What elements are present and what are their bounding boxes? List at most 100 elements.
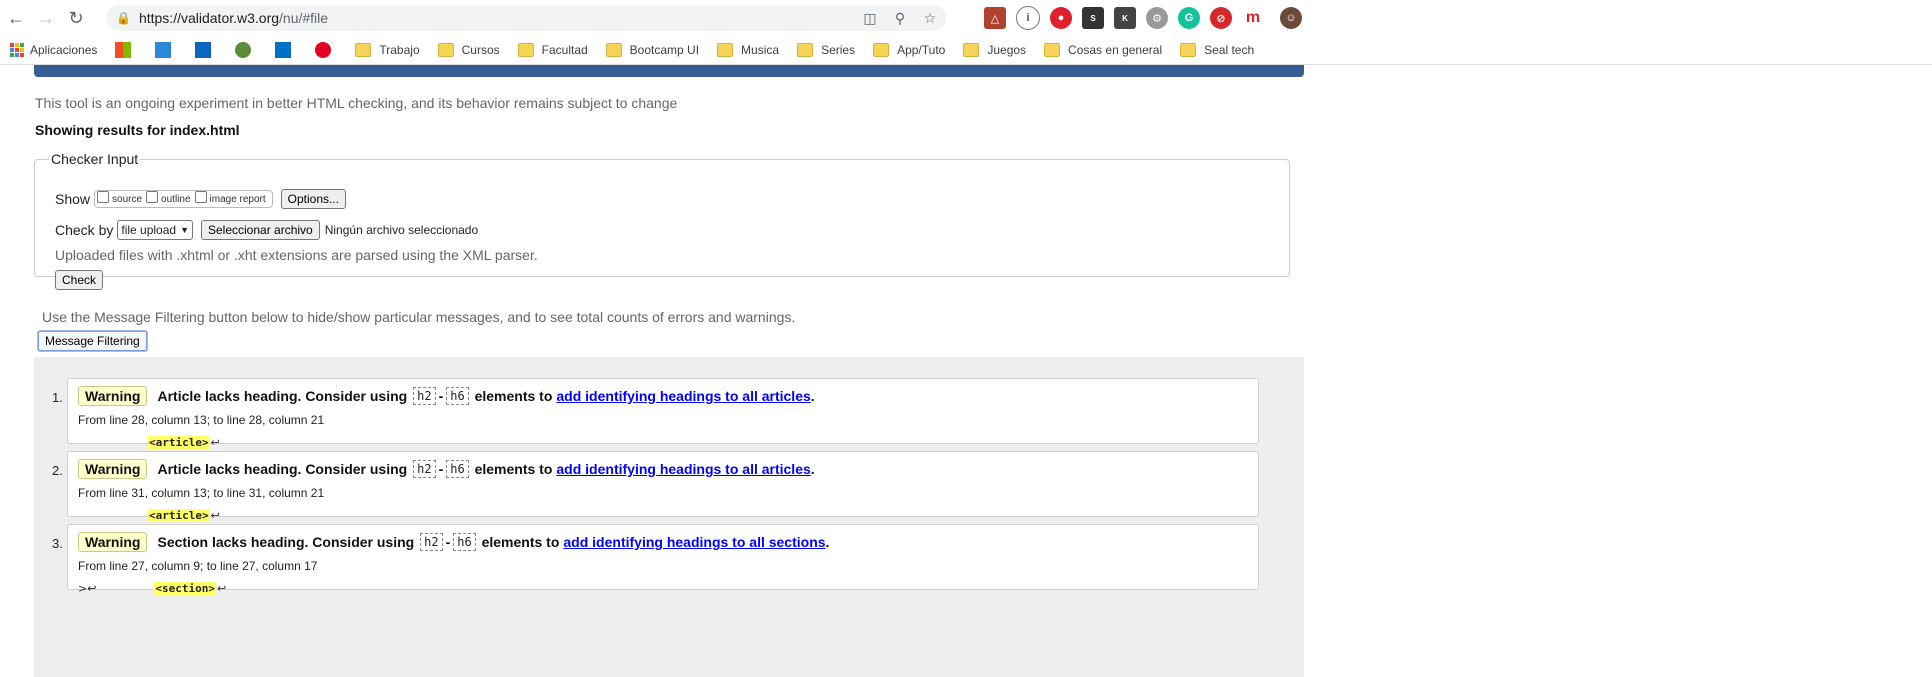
bookmark-folder-label: Cosas en general	[1068, 43, 1163, 57]
slow-extension-icon[interactable]: S	[1082, 7, 1104, 29]
outline-checkbox[interactable]	[146, 191, 159, 203]
zoom-icon[interactable]: ⚲	[890, 10, 910, 27]
source-extract: >↩ <section> ↩	[78, 582, 226, 595]
check-button[interactable]: Check	[55, 270, 104, 290]
check-by-select[interactable]: file upload ▼	[117, 220, 193, 240]
message-location: From line 28, column 13; to line 28, col…	[78, 413, 325, 427]
bookmark-linkedin[interactable]	[195, 42, 217, 58]
source-extract: <article> ↩	[148, 436, 220, 449]
message-end: .	[810, 388, 815, 404]
tools-icon	[235, 42, 252, 58]
bookmark-pinterest[interactable]	[315, 42, 337, 58]
message-link[interactable]: add identifying headings to all sections	[563, 534, 825, 550]
bookmark-folder-7[interactable]: Juegos	[963, 43, 1026, 57]
bookmark-folder-4[interactable]: Musica	[717, 43, 779, 57]
highlighted-code: <article>	[148, 509, 210, 522]
message-mid-text: elements to	[474, 388, 553, 404]
profile-avatar-icon[interactable]: ☺	[1280, 7, 1302, 29]
show-image-report-option[interactable]: image report	[194, 191, 266, 205]
show-outline-option[interactable]: outline	[146, 191, 191, 205]
code-h2: h2	[413, 387, 436, 405]
azure-icon	[155, 42, 172, 58]
forward-arrow-icon[interactable]: →	[32, 4, 60, 32]
info-extension-icon[interactable]: i	[1016, 6, 1040, 30]
bookmark-folder-5[interactable]: Series	[797, 43, 855, 57]
bookmark-folder-0[interactable]: Trabajo	[355, 43, 420, 57]
bookmark-folder-3[interactable]: Bootcamp UI	[605, 43, 699, 57]
record-extension-icon[interactable]: ●	[1050, 7, 1072, 29]
source-extract: <article> ↩	[148, 509, 220, 522]
code-h2: h2	[413, 460, 436, 478]
pdf-extension-icon[interactable]: △	[984, 7, 1006, 29]
warning-badge: Warning	[78, 386, 148, 406]
translate-icon[interactable]: ◫	[860, 10, 880, 27]
show-source-option[interactable]: source	[97, 191, 143, 205]
source-label: source	[112, 193, 143, 205]
message-location: From line 31, column 13; to line 31, col…	[78, 486, 325, 500]
bookmark-folder-label: Facultad	[541, 43, 588, 57]
header-bar	[34, 65, 1304, 77]
bookmark-microsoft[interactable]	[115, 42, 137, 58]
intro-text: This tool is an ongoing experiment in be…	[35, 95, 678, 111]
url-path: /nu/#file	[279, 10, 329, 26]
bookmark-folder-1[interactable]: Cursos	[437, 43, 500, 57]
bookmark-folder-2[interactable]: Facultad	[517, 43, 588, 57]
message-end: .	[825, 534, 830, 550]
settings-extension-icon[interactable]: ⚙	[1146, 7, 1168, 29]
leading-code-fragment: >↩	[78, 582, 97, 595]
folder-icon	[797, 43, 814, 57]
message-number: 3.	[52, 536, 63, 551]
back-arrow-icon[interactable]: ←	[2, 4, 30, 32]
message-heading: Warning Article lacks heading. Consider …	[78, 386, 815, 406]
highlighted-code: <article>	[148, 436, 210, 449]
message-item: 1. Warning Article lacks heading. Consid…	[52, 378, 1259, 449]
bookmark-folder-6[interactable]: App/Tuto	[873, 43, 945, 57]
options-button[interactable]: Options...	[280, 189, 347, 209]
block-extension-icon[interactable]: ⊘	[1210, 7, 1232, 29]
code-separator: -	[438, 388, 444, 404]
folder-icon	[355, 43, 372, 57]
validator-page: This tool is an ongoing experiment in be…	[0, 65, 1932, 677]
linkedin-icon	[195, 42, 212, 58]
bookmark-apps[interactable]: Aplicaciones	[10, 43, 97, 57]
message-number: 2.	[52, 463, 63, 478]
folder-icon	[963, 43, 980, 57]
folder-icon	[1180, 43, 1197, 57]
warning-badge: Warning	[78, 459, 148, 479]
source-checkbox[interactable]	[97, 191, 110, 203]
url-text[interactable]: https://validator.w3.org/nu/#file	[139, 10, 328, 26]
check-by-row: Check by file upload ▼ Seleccionar archiv…	[55, 220, 478, 240]
message-mid-text: elements to	[481, 534, 560, 550]
code-h6: h6	[446, 460, 469, 478]
message-filtering-button[interactable]: Message Filtering	[37, 330, 148, 352]
bookmark-folder-9[interactable]: Seal tech	[1180, 43, 1254, 57]
message-link[interactable]: add identifying headings to all articles	[556, 461, 810, 477]
bookmark-folder-label: Series	[821, 43, 856, 57]
address-bar[interactable]: 🔒 https://validator.w3.org/nu/#file ◫ ⚲ …	[106, 5, 946, 31]
message-text: Article lacks heading. Consider using	[157, 388, 408, 404]
bookmark-azure[interactable]	[155, 42, 177, 58]
bookmark-folder-8[interactable]: Cosas en general	[1044, 43, 1162, 57]
xml-parser-note: Uploaded files with .xhtml or .xht exten…	[55, 247, 538, 263]
message-number: 1.	[52, 390, 63, 405]
grammarly-extension-icon[interactable]: G	[1178, 7, 1200, 29]
message-heading: Warning Article lacks heading. Consider …	[78, 459, 815, 479]
message-link[interactable]: add identifying headings to all articles	[556, 388, 810, 404]
image-report-checkbox[interactable]	[194, 191, 207, 203]
folder-icon	[437, 43, 454, 57]
return-icon: ↩	[217, 582, 227, 595]
url-host: https://validator.w3.org	[138, 10, 280, 26]
bookmark-star-icon[interactable]: ☆	[920, 10, 940, 27]
bookmark-tools[interactable]	[235, 42, 257, 58]
bookmarks-bar: Aplicaciones Trabajo Cursos Facultad Boo…	[0, 36, 1932, 65]
message-item: 2. Warning Article lacks heading. Consid…	[52, 451, 1259, 522]
code-h6: h6	[453, 533, 476, 551]
bookmark-outlook[interactable]	[275, 42, 297, 58]
reload-icon[interactable]: ↻	[62, 4, 90, 32]
no-file-text: Ningún archivo seleccionado	[324, 223, 479, 237]
m-extension-icon[interactable]: m	[1242, 7, 1264, 29]
choose-file-button[interactable]: Seleccionar archivo	[201, 220, 320, 240]
show-options-group: source outline image report	[94, 190, 273, 208]
folder-icon	[517, 43, 534, 57]
keys-extension-icon[interactable]: K	[1114, 7, 1136, 29]
